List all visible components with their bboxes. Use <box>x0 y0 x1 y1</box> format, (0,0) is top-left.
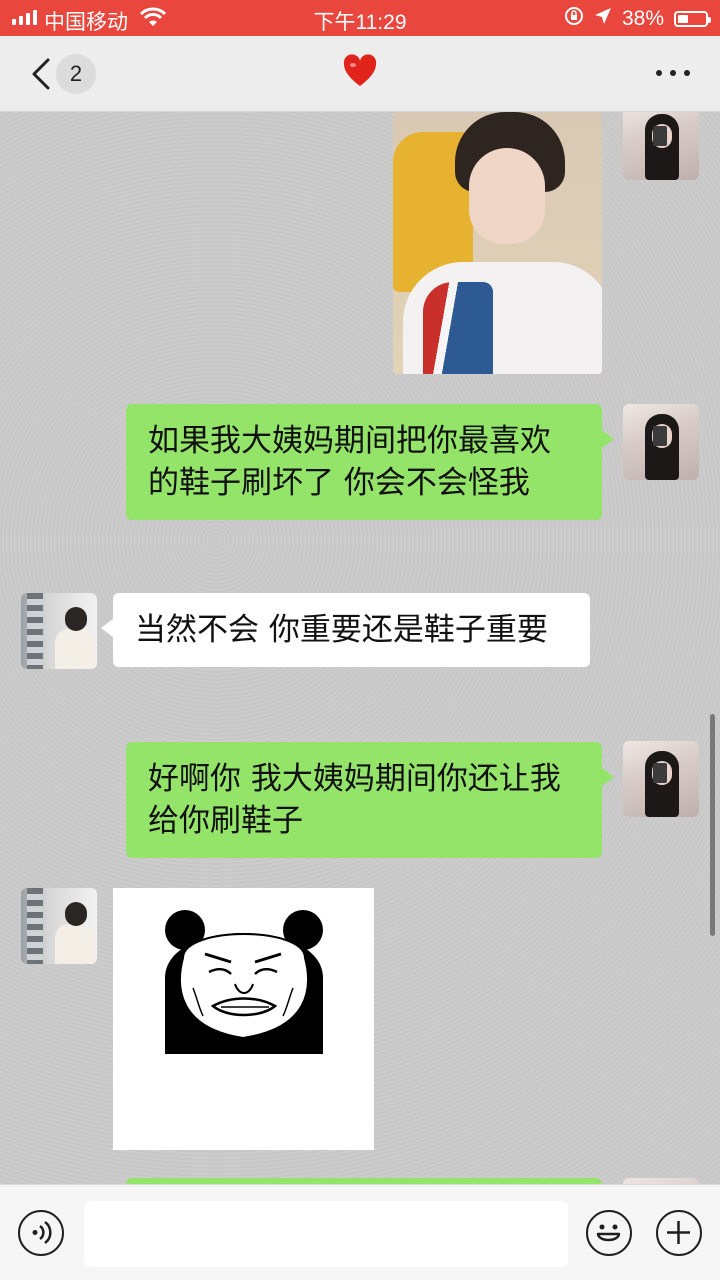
status-bar: 中国移动 下午11:29 38% <box>0 0 720 36</box>
battery-percent: 38% <box>621 7 664 30</box>
message-list[interactable]: 如果我大姨妈期间把你最喜欢的鞋子刷坏了 你会不会怪我 当然不会 你重要还是鞋子重… <box>0 112 720 1184</box>
orientation-lock-icon <box>564 6 584 32</box>
outgoing-message-bubble[interactable]: 如果我大姨妈期间把你最喜欢的鞋子刷坏了 你会不会怪我 <box>126 404 614 520</box>
my-avatar[interactable] <box>623 112 699 180</box>
incoming-message-bubble[interactable]: 当然不会 你重要还是鞋子重要 <box>101 593 590 667</box>
input-bar <box>0 1184 720 1280</box>
chat-header: 2 <box>0 36 720 112</box>
outgoing-message-bubble[interactable]: 好啊你 我大姨妈期间你还让我给你刷鞋子 <box>126 742 614 858</box>
voice-icon <box>32 1220 52 1245</box>
plus-button[interactable] <box>656 1210 702 1256</box>
message-input[interactable] <box>84 1201 568 1267</box>
emoji-button[interactable] <box>586 1210 632 1256</box>
sticker-message[interactable] <box>113 888 374 1150</box>
plus-icon <box>667 1221 690 1244</box>
emoji-icon <box>596 1224 621 1242</box>
contact-avatar[interactable] <box>21 888 97 964</box>
my-avatar[interactable] <box>623 741 699 817</box>
scrollbar[interactable] <box>710 714 715 936</box>
heart-icon <box>342 54 378 90</box>
battery-icon <box>674 11 711 27</box>
more-icon <box>656 70 662 76</box>
unread-count-badge[interactable]: 2 <box>56 54 96 94</box>
panda-meme-sticker <box>165 910 323 1054</box>
voice-button[interactable] <box>18 1210 64 1256</box>
location-icon <box>594 7 612 31</box>
more-button[interactable] <box>656 70 690 76</box>
my-avatar[interactable] <box>623 404 699 480</box>
image-message[interactable] <box>393 112 602 374</box>
contact-avatar[interactable] <box>21 593 97 669</box>
